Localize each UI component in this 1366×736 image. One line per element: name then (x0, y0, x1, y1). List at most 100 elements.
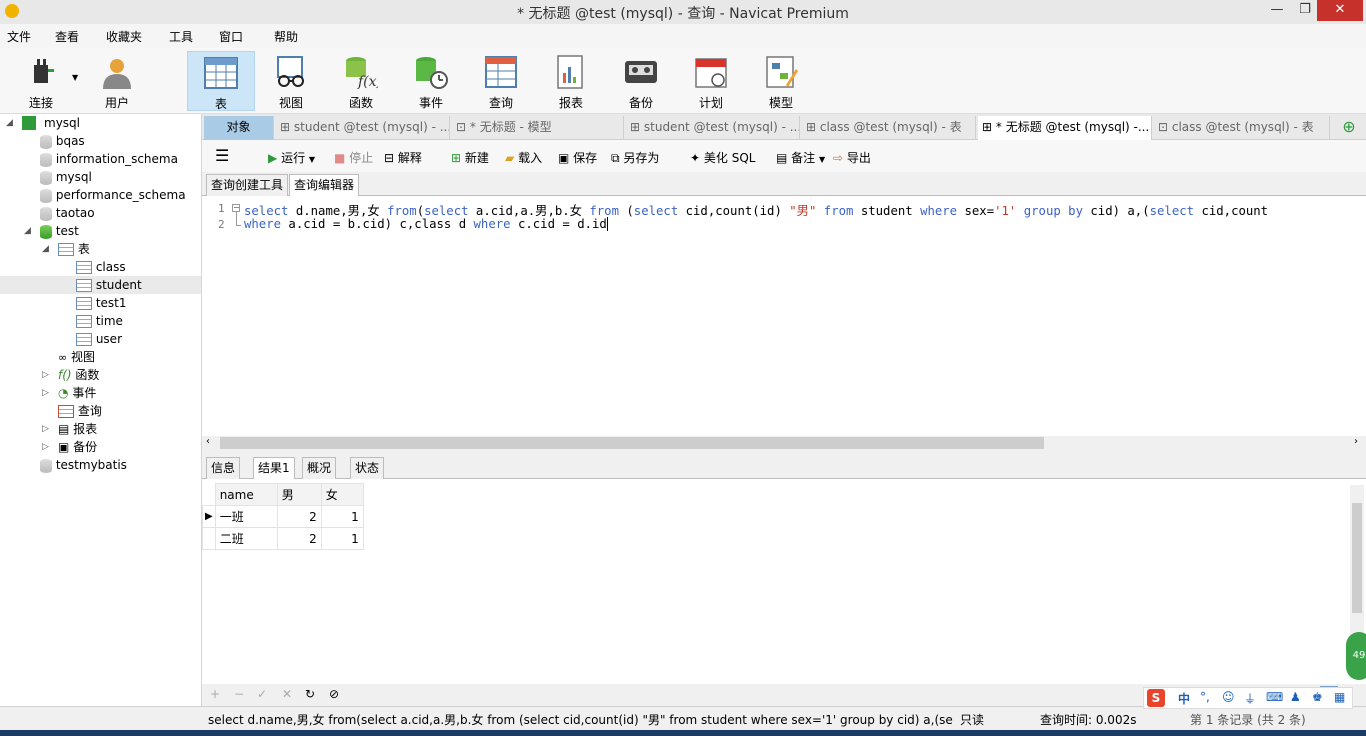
function-button[interactable]: f(x) 函数 (328, 51, 394, 111)
tree-node-db[interactable]: taotao (40, 204, 95, 222)
minimize-icon[interactable]: — (1262, 0, 1292, 21)
hamburger-menu-icon[interactable]: ☰ (215, 146, 229, 165)
tree-node-backups[interactable]: ▷ ▣ 备份 (42, 438, 97, 456)
sql-editor[interactable]: 1 2 − select d.name,男,女 from(select a.ci… (202, 196, 1366, 436)
view-button[interactable]: 视图 (258, 51, 324, 111)
refresh-icon[interactable]: ↻ (305, 687, 315, 701)
close-button[interactable]: ✕ (1317, 0, 1363, 21)
tree-node-queries[interactable]: 查询 (58, 402, 102, 420)
menu-favorites[interactable]: 收藏夹 (106, 28, 142, 45)
tab-objects[interactable]: 对象 (204, 116, 274, 140)
table-row[interactable]: 二班 2 1 (202, 527, 364, 550)
tree-node-views[interactable]: ∞ 视图 (58, 348, 95, 366)
scrollbar-thumb[interactable] (220, 437, 1044, 449)
new-tab-plus-icon[interactable]: ⊕ (1340, 118, 1358, 136)
editor-horizontal-scrollbar[interactable]: ‹ › (202, 436, 1366, 450)
sogou-logo-icon[interactable]: S (1147, 689, 1165, 707)
expanded-triangle-icon[interactable]: ◢ (6, 114, 16, 132)
chevron-down-icon[interactable]: ▼ (819, 155, 825, 164)
tree-node-db[interactable]: performance_schema (40, 186, 186, 204)
scroll-right-icon[interactable]: › (1354, 436, 1358, 447)
stop-button[interactable]: ■ 停止 (334, 149, 373, 166)
ime-mode-label[interactable]: 中 (1178, 690, 1190, 707)
tree-node-events[interactable]: ▷ ◔ 事件 (42, 384, 96, 402)
tab-student-table[interactable]: ⊞ student @test (mysql) - ... (276, 116, 450, 140)
collapsed-triangle-icon[interactable]: ▷ (42, 384, 52, 402)
tab-student-table-2[interactable]: ⊞ student @test (mysql) - ... (626, 116, 800, 140)
tree-node-db[interactable]: mysql (40, 168, 92, 186)
query-button[interactable]: 查询 (468, 51, 534, 111)
backup-button[interactable]: 备份 (608, 51, 674, 111)
new-query-button[interactable]: ⊞ 新建 (451, 149, 489, 166)
tab-status[interactable]: 状态 (350, 457, 385, 479)
tree-node-table-selected[interactable]: student (0, 276, 201, 294)
tab-query-editor[interactable]: 查询编辑器 (289, 174, 360, 196)
menu-help[interactable]: 帮助 (274, 28, 298, 45)
skin-icon[interactable]: ♚ (1312, 690, 1323, 704)
add-record-icon[interactable]: + (210, 687, 220, 701)
punctuation-icon[interactable]: °, (1200, 690, 1210, 704)
column-header[interactable]: 女 (320, 483, 364, 506)
delete-record-icon[interactable]: − (234, 687, 244, 701)
tree-node-tables[interactable]: ◢ 表 (42, 240, 90, 258)
table-cell[interactable]: 1 (320, 505, 364, 528)
tree-node-db[interactable]: bqas (40, 132, 85, 150)
menu-file[interactable]: 文件 (7, 28, 31, 45)
toolbox-icon[interactable]: ▦ (1334, 690, 1345, 704)
comment-button[interactable]: ▤ 备注 ▼ (776, 149, 825, 166)
table-row[interactable]: ▶ 一班 2 1 (202, 505, 364, 528)
tab-class-table-2[interactable]: ⊡ class @test (mysql) - 表 (1154, 116, 1330, 140)
tab-model[interactable]: ⊡ * 无标题 - 模型 (452, 116, 624, 140)
maximize-icon[interactable]: ❐ (1290, 0, 1320, 21)
table-cell[interactable]: 2 (276, 505, 322, 528)
tab-profile[interactable]: 概况 (302, 457, 337, 479)
stop-refresh-icon[interactable]: ⊘ (329, 687, 339, 701)
user-button[interactable]: 用户 (84, 51, 150, 111)
event-button[interactable]: 事件 (398, 51, 464, 111)
tree-node-reports[interactable]: ▷ ▤ 报表 (42, 420, 97, 438)
menu-window[interactable]: 窗口 (219, 28, 243, 45)
chevron-down-icon[interactable]: ▼ (72, 73, 78, 82)
connect-button[interactable]: 连接 ▼ (8, 51, 78, 111)
tab-result1[interactable]: 结果1 (253, 457, 295, 479)
save-button[interactable]: ▣ 保存 (558, 149, 597, 166)
expanded-triangle-icon[interactable]: ◢ (42, 240, 52, 258)
fold-toggle-icon[interactable]: − (232, 204, 240, 212)
model-button[interactable]: 模型 (748, 51, 814, 111)
tree-node-db[interactable]: testmybatis (40, 456, 127, 474)
collapsed-triangle-icon[interactable]: ▷ (42, 438, 52, 456)
tree-node-db[interactable]: information_schema (40, 150, 178, 168)
apply-icon[interactable]: ✓ (257, 687, 267, 701)
table-cell[interactable]: 二班 (214, 527, 278, 550)
scrollbar-thumb[interactable] (1352, 503, 1362, 613)
keyboard-icon[interactable]: ⌨ (1266, 690, 1283, 704)
run-button[interactable]: ▶ 运行 ▼ (268, 149, 315, 166)
menu-view[interactable]: 查看 (55, 28, 79, 45)
schedule-button[interactable]: 计划 (678, 51, 744, 111)
explain-button[interactable]: ⊟ 解释 (384, 149, 422, 166)
load-button[interactable]: ▰ 载入 (505, 149, 542, 166)
user-icon[interactable]: ♟ (1290, 690, 1301, 704)
tree-node-db-test[interactable]: ◢ test (24, 222, 79, 240)
tab-current-query[interactable]: ⊞ * 无标题 @test (mysql) -... (978, 116, 1152, 140)
save-as-button[interactable]: ⧉ 另存为 (611, 149, 659, 166)
tree-node-table[interactable]: class (76, 258, 126, 276)
tree-node-table[interactable]: test1 (76, 294, 127, 312)
tree-node-table[interactable]: time (76, 312, 123, 330)
report-button[interactable]: 报表 (538, 51, 604, 111)
discard-icon[interactable]: ✕ (282, 687, 292, 701)
export-button[interactable]: ⇨ 导出 (833, 149, 871, 166)
voice-icon[interactable]: ⏚ (1244, 690, 1256, 707)
menu-tools[interactable]: 工具 (169, 28, 193, 45)
collapsed-triangle-icon[interactable]: ▷ (42, 420, 52, 438)
scroll-left-icon[interactable]: ‹ (206, 436, 210, 447)
tree-node-table[interactable]: user (76, 330, 122, 348)
chevron-down-icon[interactable]: ▼ (309, 155, 315, 164)
beautify-sql-button[interactable]: ✦ 美化 SQL (690, 149, 755, 166)
tab-info[interactable]: 信息 (206, 457, 241, 479)
expanded-triangle-icon[interactable]: ◢ (24, 222, 34, 240)
collapsed-triangle-icon[interactable]: ▷ (42, 366, 52, 384)
tree-node-functions[interactable]: ▷ f() 函数 (42, 366, 99, 384)
emoji-icon[interactable]: ☺ (1222, 690, 1235, 704)
table-cell[interactable]: 2 (276, 527, 322, 550)
